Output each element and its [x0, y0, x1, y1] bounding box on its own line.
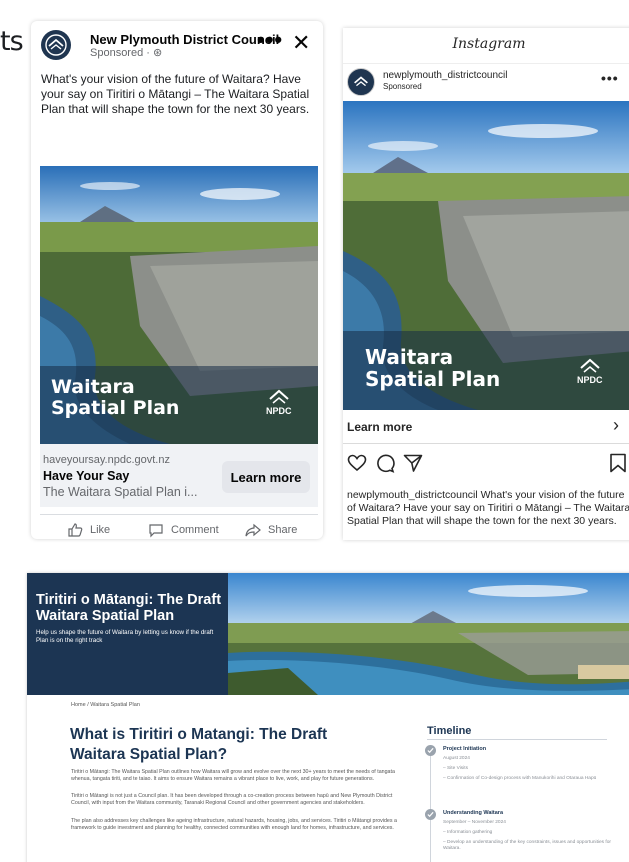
more-options-icon[interactable]: •••	[257, 27, 283, 53]
account-username[interactable]: newplymouth_districtcouncil	[383, 70, 508, 81]
like-label: Like	[90, 524, 111, 536]
timeline-item-date: August 2024	[443, 756, 470, 761]
timeline-item-title: Project Initiation	[443, 746, 487, 752]
page-avatar[interactable]	[41, 30, 71, 60]
hero-image	[228, 573, 629, 695]
ad-image-title: Waitara Spatial Plan	[51, 376, 180, 420]
send-icon[interactable]	[403, 453, 423, 473]
ad-image-title-line2: Spatial Plan	[365, 367, 501, 392]
chevron-right-icon: ›	[613, 415, 619, 435]
timeline-item-note: – Confirmation of Co-design process with…	[443, 776, 597, 781]
reaction-bar: Like Comment Share	[40, 514, 318, 538]
timeline-item-date: September – November 2024	[443, 820, 506, 825]
npdc-mark-icon	[269, 389, 289, 404]
npdc-logo-text: NPDC	[577, 375, 603, 385]
body-paragraph: The plan also addresses key challenges l…	[71, 818, 397, 831]
npdc-logo: NPDC	[266, 388, 292, 416]
facebook-ad-header: New Plymouth District Council Sponsored …	[31, 21, 323, 67]
timeline-check-icon	[425, 745, 436, 756]
account-avatar[interactable]	[347, 68, 375, 96]
post-caption: newplymouth_districtcouncil What's your …	[347, 489, 629, 527]
hero-title: Tiritiri o Mātangi: The Draft Waitara Sp…	[36, 592, 222, 624]
ad-image-title-line1: Waitara	[365, 345, 454, 369]
website-screenshot: Tiritiri o Mātangi: The Draft Waitara Sp…	[27, 573, 629, 862]
learn-more-button[interactable]: Learn more	[222, 461, 310, 493]
facebook-ad-card: New Plymouth District Council Sponsored …	[31, 21, 323, 539]
ad-domain: haveyoursay.npdc.govt.nz	[43, 454, 170, 466]
share-button[interactable]: Share	[245, 522, 297, 538]
npdc-logo: NPDC	[577, 357, 603, 385]
body-paragraph: Tiritiri o Mātangi is not just a Council…	[71, 793, 393, 806]
timeline-title: Timeline	[427, 725, 472, 737]
comment-label: Comment	[171, 524, 219, 536]
share-icon	[245, 523, 261, 537]
like-button[interactable]: Like	[67, 522, 110, 538]
ad-primary-text: What's your vision of the future of Wait…	[41, 72, 310, 116]
thumbs-up-icon	[68, 523, 83, 537]
instagram-wordmark: Instagram	[452, 36, 526, 52]
learn-more-bar[interactable]: Learn more ›	[343, 410, 629, 444]
more-options-icon[interactable]: •••	[601, 70, 619, 86]
npdc-mark-icon	[580, 358, 600, 373]
page-title: What is Tiritiri o Matangi: The Draft Wa…	[70, 726, 328, 763]
body-paragraph: Tiritiri o Mātangi: The Waitara Spatial …	[71, 769, 395, 782]
ad-image-title: Waitara Spatial Plan	[365, 346, 500, 391]
river-town-photo	[228, 573, 629, 695]
bookmark-icon[interactable]	[609, 453, 627, 473]
check-icon	[427, 747, 434, 754]
page-name[interactable]: New Plymouth District Council	[90, 32, 279, 47]
npdc-logo-icon	[354, 76, 368, 87]
check-icon	[427, 811, 434, 818]
share-label: Share	[268, 524, 298, 536]
heart-icon[interactable]	[347, 453, 367, 473]
npdc-logo-icon	[45, 34, 67, 56]
comment-icon[interactable]	[375, 453, 395, 473]
npdc-logo-text: NPDC	[266, 406, 292, 416]
post-action-bar	[343, 452, 629, 478]
background-text-fragment: ts	[0, 26, 24, 57]
sponsored-label: Sponsored	[383, 82, 422, 91]
ad-image[interactable]: Waitara Spatial Plan NPDC	[343, 101, 629, 410]
timeline-check-icon	[425, 809, 436, 820]
sponsored-label: Sponsored · ⊛	[90, 47, 163, 59]
learn-more-link[interactable]: Learn more	[347, 420, 412, 434]
hero-subtitle: Help us shape the future of Waitara by l…	[36, 629, 214, 644]
ad-image-title-line1: Waitara	[51, 376, 135, 398]
instagram-ad-card: Instagram newplymouth_districtcouncil Sp…	[343, 28, 629, 540]
timeline-item-note: – Information gathering	[443, 830, 493, 835]
timeline-track	[430, 745, 431, 862]
ad-description: The Waitara Spatial Plan i...	[43, 485, 198, 499]
timeline-item-title: Understanding Waitara	[443, 810, 503, 816]
comment-icon	[149, 524, 163, 538]
breadcrumb[interactable]: Home / Waitara Spatial Plan	[71, 702, 140, 708]
hero-banner: Tiritiri o Mātangi: The Draft Waitara Sp…	[27, 573, 629, 695]
hero-text-panel: Tiritiri o Mātangi: The Draft Waitara Sp…	[27, 573, 228, 695]
close-icon[interactable]: ✕	[292, 30, 310, 56]
instagram-topbar: Instagram	[343, 28, 629, 64]
timeline-divider	[427, 739, 607, 740]
ad-headline: Have Your Say	[43, 469, 130, 483]
comment-button[interactable]: Comment	[148, 522, 219, 538]
ad-image-title-line2: Spatial Plan	[51, 397, 180, 420]
timeline-item-note: – Site Visits	[443, 766, 468, 771]
ad-link-footer[interactable]: haveyoursay.npdc.govt.nz Have Your Say T…	[40, 444, 318, 507]
timeline-item-note: – Develop an understanding of the key co…	[443, 840, 611, 851]
ad-image[interactable]: Waitara Spatial Plan NPDC	[40, 166, 318, 444]
